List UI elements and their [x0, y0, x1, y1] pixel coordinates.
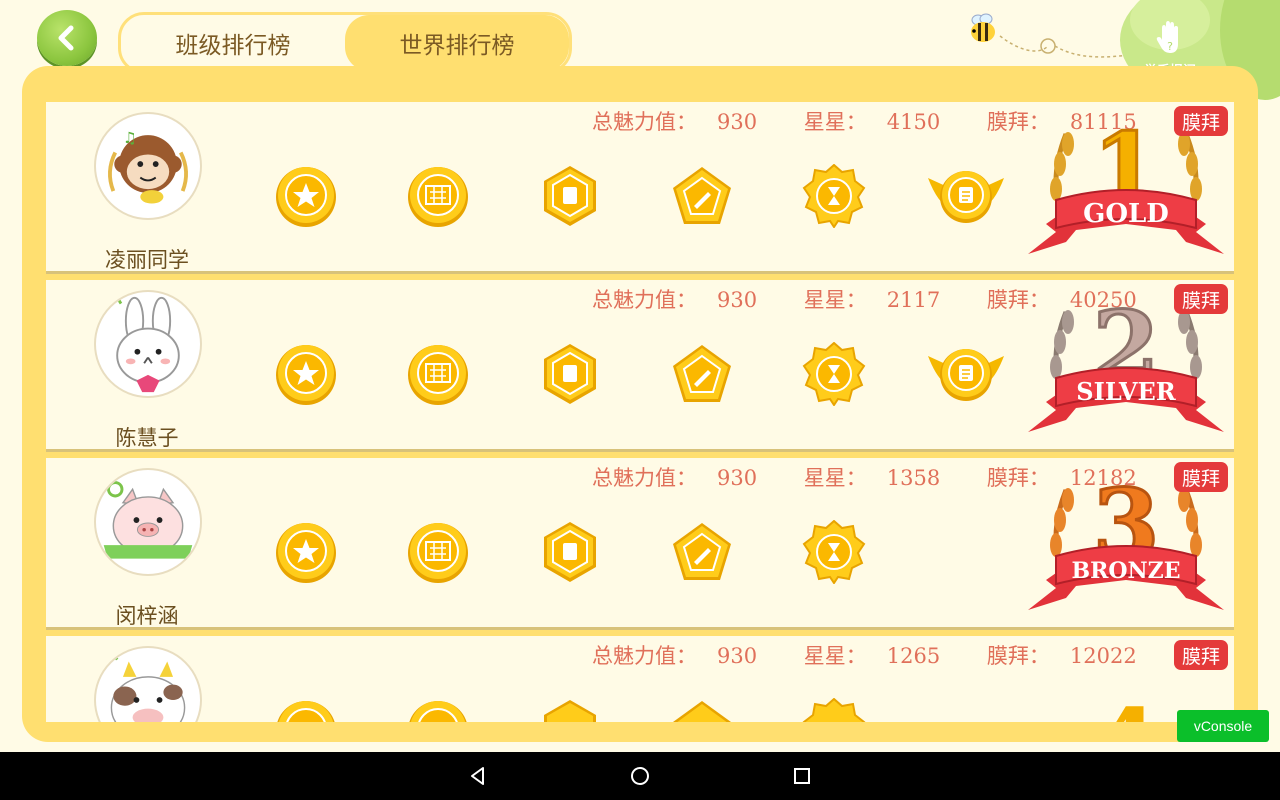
- leaderboard-row-2: 陈慧子 总魅力值： 930 星星： 2117 膜拜： 40250 2 SILVER 膜…: [46, 280, 1234, 452]
- back-arrow-icon: [58, 25, 74, 51]
- rabbit-avatar-image: [116, 294, 180, 393]
- abacus-badge-icon: [406, 342, 470, 406]
- hourglass-badge-icon: [802, 341, 866, 407]
- hourglass-badge-icon: [802, 519, 866, 585]
- worship-button[interactable]: 膜拜: [1174, 462, 1228, 492]
- book-badge-icon: [538, 520, 602, 584]
- abacus-badge-icon: [406, 520, 470, 584]
- player-name: 凌丽同学: [105, 248, 189, 272]
- leaderboard-row-4: 总魅力值：930 星星：1265 膜拜：12022 4 膜拜: [46, 636, 1234, 722]
- charm-label: 总魅力值：: [592, 110, 697, 134]
- stars-value: 2117: [886, 288, 941, 312]
- leaderboard-row-1: ♫ 凌丽同学 总魅力值： 930 星星： 4150 膜拜： 81115 1 GOLD: [46, 102, 1234, 274]
- book-badge-icon: [538, 164, 602, 228]
- tab-class-leaderboard[interactable]: 班级排行榜: [121, 15, 345, 71]
- star-badge-icon: [274, 698, 338, 722]
- rank-word: SILVER: [1076, 377, 1177, 406]
- abacus-badge-icon: [406, 164, 470, 228]
- book-badge-icon: [538, 698, 602, 722]
- charm-value: 930: [717, 110, 758, 134]
- stars-value: 1358: [886, 466, 941, 490]
- worship-button[interactable]: 膜拜: [1174, 640, 1228, 670]
- player-name: 闵梓涵: [115, 604, 179, 628]
- cow-avatar[interactable]: [94, 646, 202, 722]
- worship-button[interactable]: 膜拜: [1174, 106, 1228, 136]
- nav-home-icon[interactable]: [629, 765, 651, 787]
- vconsole-button[interactable]: vConsole: [1177, 710, 1269, 742]
- android-navigation-bar: [0, 752, 1280, 800]
- star-badge-icon: [274, 164, 338, 228]
- pig-avatar[interactable]: [94, 468, 202, 576]
- leaderboard-row-3: 闵梓涵 总魅力值： 930 星星： 1358 膜拜： 12182 3 BRONZE 膜…: [46, 458, 1234, 630]
- star-badge-icon: [274, 342, 338, 406]
- winged-scroll-badge-icon: [926, 164, 1006, 228]
- hourglass-badge-icon: [802, 697, 866, 722]
- pencil-badge-icon: [670, 342, 734, 406]
- nav-recents-icon[interactable]: [791, 765, 813, 787]
- svg-text:♫: ♫: [123, 129, 137, 147]
- monkey-avatar-image: ♫: [108, 129, 188, 204]
- rabbit-avatar[interactable]: [94, 290, 202, 398]
- rank-word: BRONZE: [1072, 558, 1181, 584]
- charm-label: 总魅力值：: [592, 466, 697, 490]
- stars-label: 星星：: [803, 466, 867, 490]
- pencil-badge-icon: [670, 520, 734, 584]
- bee-icon: [971, 13, 995, 42]
- hourglass-badge-icon: [802, 163, 866, 229]
- charm-value: 930: [717, 644, 758, 668]
- tab-world-leaderboard[interactable]: 世界排行榜: [345, 15, 569, 71]
- pencil-badge-icon: [670, 698, 734, 722]
- raised-hand-icon: ?: [1156, 21, 1178, 53]
- star-badge-icon: [274, 520, 338, 584]
- stars-label: 星星：: [803, 288, 867, 312]
- abacus-badge-icon: [406, 698, 470, 722]
- leaderboard-list[interactable]: ♫ 凌丽同学 总魅力值： 930 星星： 4150 膜拜： 81115 1 GOLD: [46, 102, 1234, 722]
- cow-avatar-image: [110, 650, 186, 722]
- book-badge-icon: [538, 342, 602, 406]
- rank-word: GOLD: [1083, 199, 1169, 229]
- stars-label: 星星：: [803, 110, 867, 134]
- stars-label: 星星：: [803, 644, 867, 668]
- charm-value: 930: [717, 466, 758, 490]
- worship-button[interactable]: 膜拜: [1174, 284, 1228, 314]
- pig-avatar-image: [103, 481, 193, 559]
- winged-scroll-badge-icon: [926, 342, 1006, 406]
- charm-label: 总魅力值：: [592, 644, 697, 668]
- svg-text:?: ?: [1167, 40, 1173, 53]
- rank-number: 4: [1093, 688, 1160, 722]
- pencil-badge-icon: [670, 164, 734, 228]
- stars-value: 4150: [886, 110, 941, 134]
- nav-back-icon[interactable]: [467, 765, 489, 787]
- leaderboard-tabs: 班级排行榜 世界排行榜: [118, 12, 572, 74]
- stars-value: 1265: [886, 644, 941, 668]
- player-name: 陈慧子: [115, 426, 179, 450]
- back-button[interactable]: [37, 10, 97, 66]
- monkey-avatar[interactable]: ♫: [94, 112, 202, 220]
- charm-value: 930: [717, 288, 758, 312]
- charm-label: 总魅力值：: [592, 288, 697, 312]
